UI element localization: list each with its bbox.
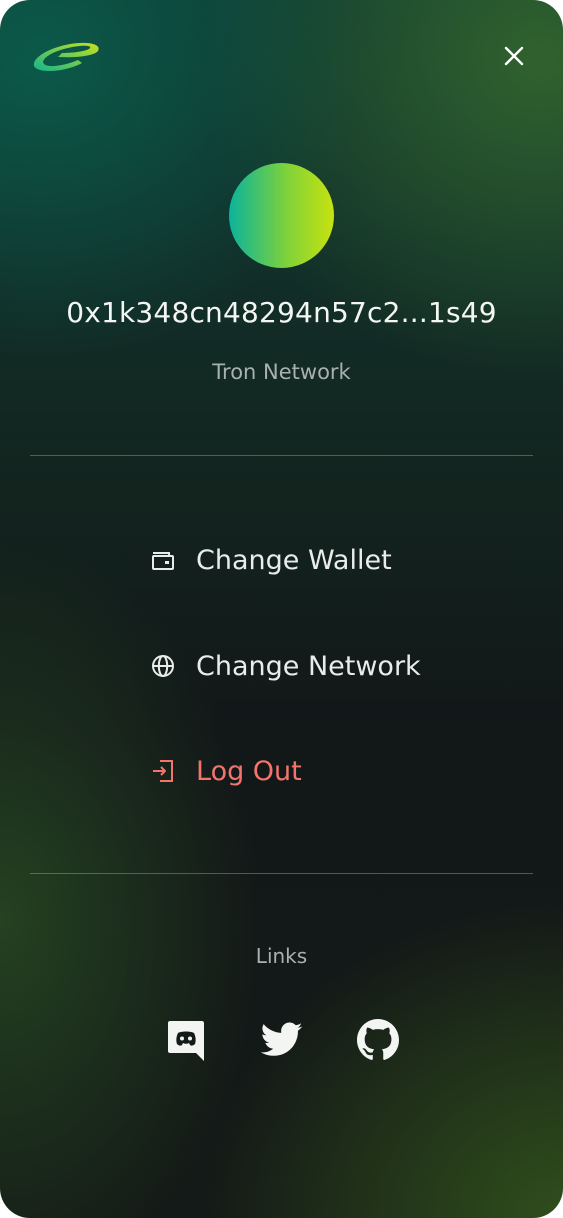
account-panel: 0x1k348cn48294n57c2...1s49 Tron Network … <box>0 0 563 1218</box>
globe-icon <box>150 653 176 679</box>
discord-link[interactable] <box>164 1018 208 1062</box>
links-title: Links <box>255 944 308 968</box>
network-name: Tron Network <box>212 360 351 384</box>
change-wallet-button[interactable]: Change Wallet <box>150 538 392 582</box>
logout-button[interactable]: Log Out <box>150 749 302 793</box>
discord-icon <box>168 1021 204 1061</box>
logout-label: Log Out <box>196 755 302 787</box>
change-wallet-label: Change Wallet <box>196 544 392 576</box>
twitter-icon <box>261 1022 303 1056</box>
change-network-label: Change Network <box>196 650 421 682</box>
brand-logo <box>30 36 102 76</box>
divider <box>30 873 533 874</box>
github-link[interactable] <box>356 1018 400 1062</box>
wallet-address: 0x1k348cn48294n57c2...1s49 <box>66 296 497 329</box>
close-icon <box>504 46 524 66</box>
close-button[interactable] <box>498 40 530 72</box>
logout-icon <box>150 758 176 784</box>
twitter-link[interactable] <box>260 1018 304 1062</box>
change-network-button[interactable]: Change Network <box>150 644 421 688</box>
avatar <box>229 163 334 268</box>
wallet-icon <box>150 547 176 573</box>
divider <box>30 455 533 456</box>
github-icon <box>357 1019 399 1060</box>
